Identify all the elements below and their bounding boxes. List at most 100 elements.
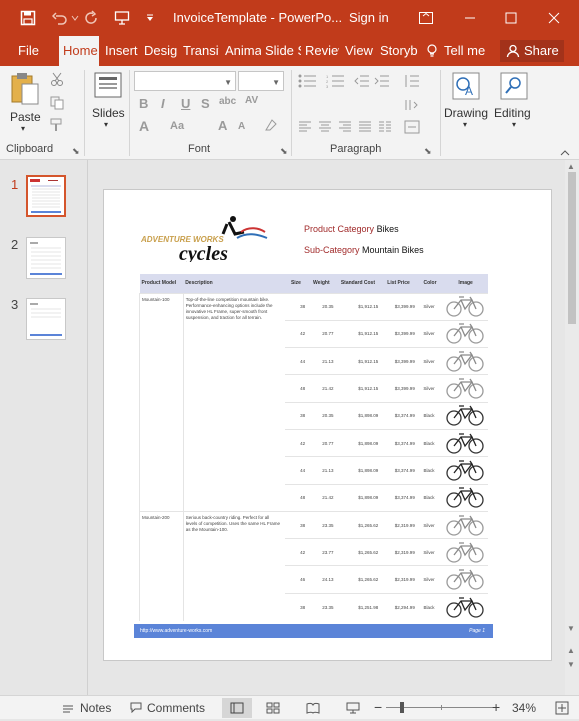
slide-thumbnail-1[interactable] xyxy=(26,175,66,217)
font-color-icon[interactable]: A xyxy=(139,118,149,134)
divider xyxy=(84,70,85,156)
zoom-in-icon[interactable]: + xyxy=(492,699,500,715)
svg-text:cycles: cycles xyxy=(179,243,228,262)
reading-view-icon[interactable] xyxy=(306,702,320,717)
drawing-dropdown-icon[interactable]: ▾ xyxy=(463,120,467,129)
tab-review[interactable]: Review xyxy=(301,36,339,66)
increase-indent-icon[interactable] xyxy=(374,74,390,93)
undo-dropdown-icon[interactable] xyxy=(70,8,80,28)
lightbulb-icon xyxy=(426,36,438,69)
character-spacing-icon[interactable]: AV xyxy=(245,95,258,106)
present-from-start-icon[interactable] xyxy=(112,8,132,28)
weight-cell: 23.35 xyxy=(307,510,336,539)
font-family-dropdown[interactable]: ▼ xyxy=(134,71,236,91)
bullets-icon[interactable] xyxy=(298,74,320,93)
align-text-icon[interactable] xyxy=(404,120,420,139)
zoom-slider-thumb[interactable] xyxy=(400,702,404,713)
zoom-out-icon[interactable]: − xyxy=(374,699,382,715)
tab-file[interactable]: File xyxy=(10,36,46,66)
decrease-indent-icon[interactable] xyxy=(354,74,370,93)
category-label: Product Category xyxy=(304,224,375,234)
increase-font-icon[interactable]: A xyxy=(218,118,227,133)
slide-thumbnails-pane: 1 2 3 xyxy=(0,160,88,695)
strikethrough-icon[interactable]: abc xyxy=(219,96,236,107)
numbering-icon[interactable]: 123 xyxy=(326,74,348,93)
underline-icon[interactable]: U xyxy=(181,96,190,111)
drawing-button[interactable]: A Drawing ▾ xyxy=(444,70,490,134)
paste-button[interactable]: Paste ▾ xyxy=(6,70,44,133)
columns-icon[interactable] xyxy=(378,120,392,138)
paste-dropdown-icon[interactable]: ▾ xyxy=(21,124,25,133)
decrease-font-icon[interactable]: A xyxy=(238,121,245,132)
normal-view-icon[interactable] xyxy=(222,698,252,718)
clipboard-launcher-icon[interactable]: ⬊ xyxy=(72,146,80,157)
tab-insert[interactable]: Insert xyxy=(101,36,138,66)
save-icon[interactable] xyxy=(18,8,38,28)
clear-formatting-icon[interactable] xyxy=(264,118,278,135)
zoom-slider[interactable] xyxy=(386,702,498,713)
copy-icon[interactable] xyxy=(50,96,66,115)
zoom-level[interactable]: 34% xyxy=(512,701,536,715)
price-cell: $2,319.99 xyxy=(380,565,417,594)
footer-page: Page 1 xyxy=(469,628,485,634)
slide-editing-pane: ADVENTURE WORKS cycles Product Category … xyxy=(89,160,565,695)
scrollbar-thumb[interactable] xyxy=(568,172,576,324)
next-slide-icon[interactable]: ▼ xyxy=(567,660,575,669)
tab-home[interactable]: Home xyxy=(59,36,99,66)
shadow-icon[interactable]: S xyxy=(201,96,210,111)
undo-icon[interactable] xyxy=(50,8,70,28)
tab-animations[interactable]: Animations xyxy=(221,36,261,66)
line-spacing-icon[interactable] xyxy=(404,74,420,93)
editing-button[interactable]: Editing ▾ xyxy=(492,70,538,134)
size-cell: 38 xyxy=(284,292,308,321)
slide-sorter-icon[interactable] xyxy=(266,702,280,717)
slideshow-icon[interactable] xyxy=(346,702,360,717)
font-size-dropdown[interactable]: ▼ xyxy=(238,71,284,91)
customize-toolbar-icon[interactable] xyxy=(140,8,160,28)
tab-transitions[interactable]: Transitions xyxy=(179,36,219,66)
previous-slide-icon[interactable]: ▲ xyxy=(567,646,575,655)
editing-dropdown-icon[interactable]: ▾ xyxy=(512,120,516,129)
minimize-icon[interactable] xyxy=(458,6,482,30)
font-launcher-icon[interactable]: ⬊ xyxy=(280,146,288,157)
cost-cell: $1,251.98 xyxy=(335,592,381,621)
comments-button[interactable]: Comments xyxy=(147,701,205,715)
italic-icon[interactable]: I xyxy=(161,96,165,111)
maximize-icon[interactable] xyxy=(499,6,523,30)
justify-icon[interactable] xyxy=(358,120,372,138)
sign-in-link[interactable]: Sign in xyxy=(349,10,389,25)
scroll-up-icon[interactable]: ▲ xyxy=(567,162,575,171)
ribbon-display-options-icon[interactable] xyxy=(414,6,438,30)
weight-cell: 21.42 xyxy=(307,374,336,403)
bold-icon[interactable]: B xyxy=(139,96,148,111)
weight-cell: 20.35 xyxy=(307,292,336,321)
tab-design[interactable]: Design xyxy=(140,36,177,66)
column-header: List Price xyxy=(380,274,417,293)
weight-cell: 21.42 xyxy=(307,483,336,512)
notes-button[interactable]: Notes xyxy=(80,701,111,715)
share-button[interactable]: Share xyxy=(500,40,564,62)
tab-storyboarding[interactable]: Storyboarding xyxy=(376,36,418,66)
align-left-icon[interactable] xyxy=(298,120,312,138)
redo-icon[interactable] xyxy=(82,8,102,28)
tab-view[interactable]: View xyxy=(341,36,376,66)
size-cell: 42 xyxy=(284,428,308,457)
format-painter-icon[interactable] xyxy=(50,118,64,137)
align-right-icon[interactable] xyxy=(338,120,352,138)
slide-thumbnail-2[interactable] xyxy=(26,237,66,279)
slide-thumbnail-3[interactable] xyxy=(26,298,66,340)
paragraph-launcher-icon[interactable]: ⬊ xyxy=(424,146,432,157)
new-slide-button[interactable]: Slides ▾ xyxy=(90,70,126,134)
cost-cell: $1,912.15 xyxy=(335,374,381,403)
vertical-scrollbar[interactable]: ▲ ▼ ▲ ▼ xyxy=(565,160,579,695)
cut-icon[interactable] xyxy=(50,72,64,91)
close-icon[interactable] xyxy=(542,6,566,30)
align-center-icon[interactable] xyxy=(318,120,332,138)
slide-canvas[interactable]: ADVENTURE WORKS cycles Product Category … xyxy=(103,189,552,661)
scroll-down-icon[interactable]: ▼ xyxy=(567,624,575,633)
tab-slide-show[interactable]: Slide Show xyxy=(261,36,301,66)
slides-dropdown-icon[interactable]: ▾ xyxy=(104,120,108,129)
text-direction-icon[interactable] xyxy=(404,98,420,117)
change-case-icon[interactable]: Aa xyxy=(170,120,184,132)
fit-to-window-icon[interactable] xyxy=(555,701,569,718)
